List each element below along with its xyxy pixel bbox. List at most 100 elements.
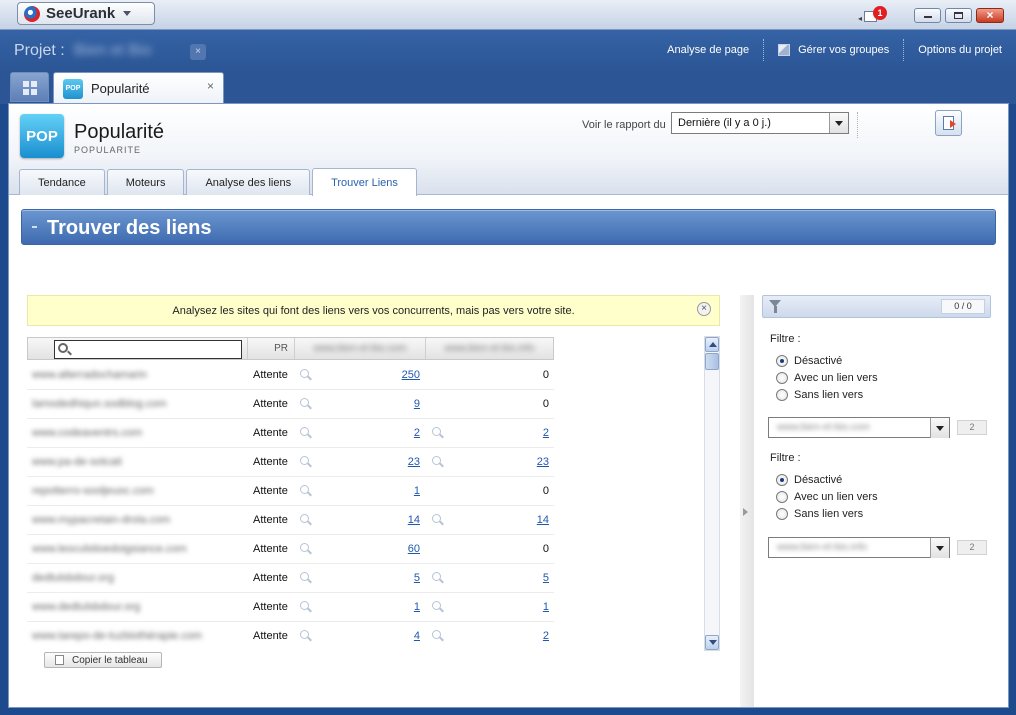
links-table: PR www.bien-et-bio.com www.bien-et-bio.i…	[27, 337, 723, 650]
table-row: lamodedhiqun.sodblog.com Attente 9 0	[27, 390, 554, 419]
zoom-icon[interactable]	[300, 601, 312, 613]
tab-trouver-liens[interactable]: Trouver Liens	[312, 168, 417, 196]
column-header-competitor-1[interactable]: www.bien-et-bio.com	[294, 338, 425, 359]
scroll-down-button[interactable]	[705, 635, 719, 650]
filter-1-site-value: www.bien-et-bio.com	[777, 422, 870, 433]
close-tab-button[interactable]: ×	[207, 79, 214, 93]
competitor-1-count[interactable]: 60	[408, 543, 420, 555]
competitor-1-count[interactable]: 2	[414, 427, 420, 439]
pr-value: Attente	[253, 572, 288, 584]
competitor-1-count[interactable]: 250	[402, 369, 420, 381]
minimize-button[interactable]	[914, 8, 941, 23]
minimize-icon	[924, 16, 932, 18]
competitor-1-count[interactable]: 4	[414, 630, 420, 642]
zoom-icon[interactable]	[432, 601, 444, 613]
column-header-pr[interactable]: PR	[247, 338, 294, 359]
report-date-select[interactable]: Dernière (il y a 0 j.)	[671, 112, 849, 134]
notifications-button[interactable]: ◂ 1	[858, 6, 888, 26]
scrollbar-thumb[interactable]	[705, 353, 719, 370]
document-tab-strip: POP Popularité ×	[0, 72, 1016, 104]
competitor-2-count[interactable]: 2	[543, 427, 549, 439]
pr-value: Attente	[253, 514, 288, 526]
zoom-icon[interactable]	[300, 369, 312, 381]
competitor-1-count[interactable]: 1	[414, 485, 420, 497]
manage-groups-link[interactable]: Gérer vos groupes	[764, 44, 903, 56]
radio-label: Sans lien vers	[794, 389, 864, 401]
zoom-icon[interactable]	[300, 572, 312, 584]
filter-2-option-with-link[interactable]: Avec un lien vers	[776, 491, 878, 503]
chevron-down-icon[interactable]	[930, 538, 949, 558]
table-row: www.alterradochamarin Attente 250 0	[27, 361, 554, 390]
competitor-2-name: www.bien-et-bio.info	[444, 343, 535, 354]
filter-1-option-with-link[interactable]: Avec un lien vers	[776, 372, 878, 384]
zoom-icon[interactable]	[300, 427, 312, 439]
chevron-down-icon[interactable]	[930, 418, 949, 438]
filter-2-count: 2	[957, 540, 987, 555]
zoom-icon[interactable]	[432, 427, 444, 439]
tab-tendance[interactable]: Tendance	[19, 169, 105, 195]
competitor-1-count[interactable]: 23	[408, 456, 420, 468]
pr-value: Attente	[253, 543, 288, 555]
competitor-1-count[interactable]: 1	[414, 601, 420, 613]
close-info-button[interactable]: ×	[697, 302, 711, 316]
copy-table-button[interactable]: Copier le tableau	[44, 652, 162, 668]
chevron-down-icon	[123, 11, 132, 16]
filter-1-option-without-link[interactable]: Sans lien vers	[776, 389, 863, 401]
analyse-page-link[interactable]: Analyse de page	[653, 44, 763, 56]
close-window-button[interactable]: ×	[976, 8, 1004, 23]
zoom-icon[interactable]	[432, 572, 444, 584]
filter-2-option-disabled[interactable]: Désactivé	[776, 474, 842, 486]
project-options-link[interactable]: Options du projet	[904, 44, 1016, 56]
filter-1-option-disabled[interactable]: Désactivé	[776, 355, 842, 367]
competitor-2-count[interactable]: 1	[543, 601, 549, 613]
tab-analyse-liens[interactable]: Analyse des liens	[186, 169, 311, 195]
chevron-down-icon[interactable]	[829, 113, 848, 133]
filter-1-site-select[interactable]: www.bien-et-bio.com	[768, 417, 950, 438]
pr-value: Attente	[253, 427, 288, 439]
tab-moteurs[interactable]: Moteurs	[106, 169, 185, 195]
radio-icon	[776, 389, 788, 401]
collapse-icon	[32, 226, 37, 228]
zoom-icon[interactable]	[300, 514, 312, 526]
collapse-panel-handle[interactable]	[740, 295, 754, 707]
search-input[interactable]	[54, 340, 242, 359]
zoom-icon[interactable]	[300, 398, 312, 410]
info-message: Analysez les sites qui font des liens ve…	[172, 305, 575, 317]
tab-label: Popularité	[91, 81, 150, 96]
filter-2-option-without-link[interactable]: Sans lien vers	[776, 508, 863, 520]
app-menu-button[interactable]: SeeUrank	[17, 2, 155, 25]
zoom-icon[interactable]	[432, 514, 444, 526]
maximize-button[interactable]	[945, 8, 972, 23]
zoom-icon[interactable]	[300, 456, 312, 468]
zoom-icon[interactable]	[300, 543, 312, 555]
section-header[interactable]: Trouver des liens	[21, 209, 996, 245]
competitor-1-count[interactable]: 14	[408, 514, 420, 526]
pr-value: Attente	[253, 630, 288, 642]
modules-grid-button[interactable]	[10, 72, 49, 102]
export-button[interactable]	[935, 110, 962, 136]
competitor-2-count[interactable]: 14	[537, 514, 549, 526]
filter-2-site-select[interactable]: www.bien-et-bio.info	[768, 537, 950, 558]
competitor-1-count[interactable]: 5	[414, 572, 420, 584]
radio-icon	[776, 491, 788, 503]
competitor-2-count[interactable]: 5	[543, 572, 549, 584]
competitor-2-count: 0	[542, 369, 549, 381]
table-row: www.mypacretain-drola.com Attente 14 14	[27, 506, 554, 535]
competitor-2-count[interactable]: 23	[537, 456, 549, 468]
window-bottom-border	[0, 708, 1016, 715]
info-banner: Analysez les sites qui font des liens ve…	[27, 295, 720, 326]
zoom-icon[interactable]	[300, 485, 312, 497]
close-project-button[interactable]: ×	[190, 44, 206, 60]
zoom-icon[interactable]	[432, 456, 444, 468]
module-tabs: Tendance Moteurs Analyse des liens Trouv…	[19, 168, 419, 196]
filter-result-count: 0 / 0	[941, 299, 985, 314]
table-scrollbar[interactable]	[704, 336, 720, 651]
column-header-competitor-2[interactable]: www.bien-et-bio.info	[425, 338, 553, 359]
zoom-icon[interactable]	[300, 630, 312, 642]
zoom-icon[interactable]	[432, 630, 444, 642]
competitor-1-count[interactable]: 9	[414, 398, 420, 410]
report-date-value: Dernière (il y a 0 j.)	[678, 117, 771, 129]
tab-popularite[interactable]: POP Popularité ×	[53, 72, 224, 104]
scroll-up-button[interactable]	[705, 337, 719, 352]
competitor-2-count[interactable]: 2	[543, 630, 549, 642]
